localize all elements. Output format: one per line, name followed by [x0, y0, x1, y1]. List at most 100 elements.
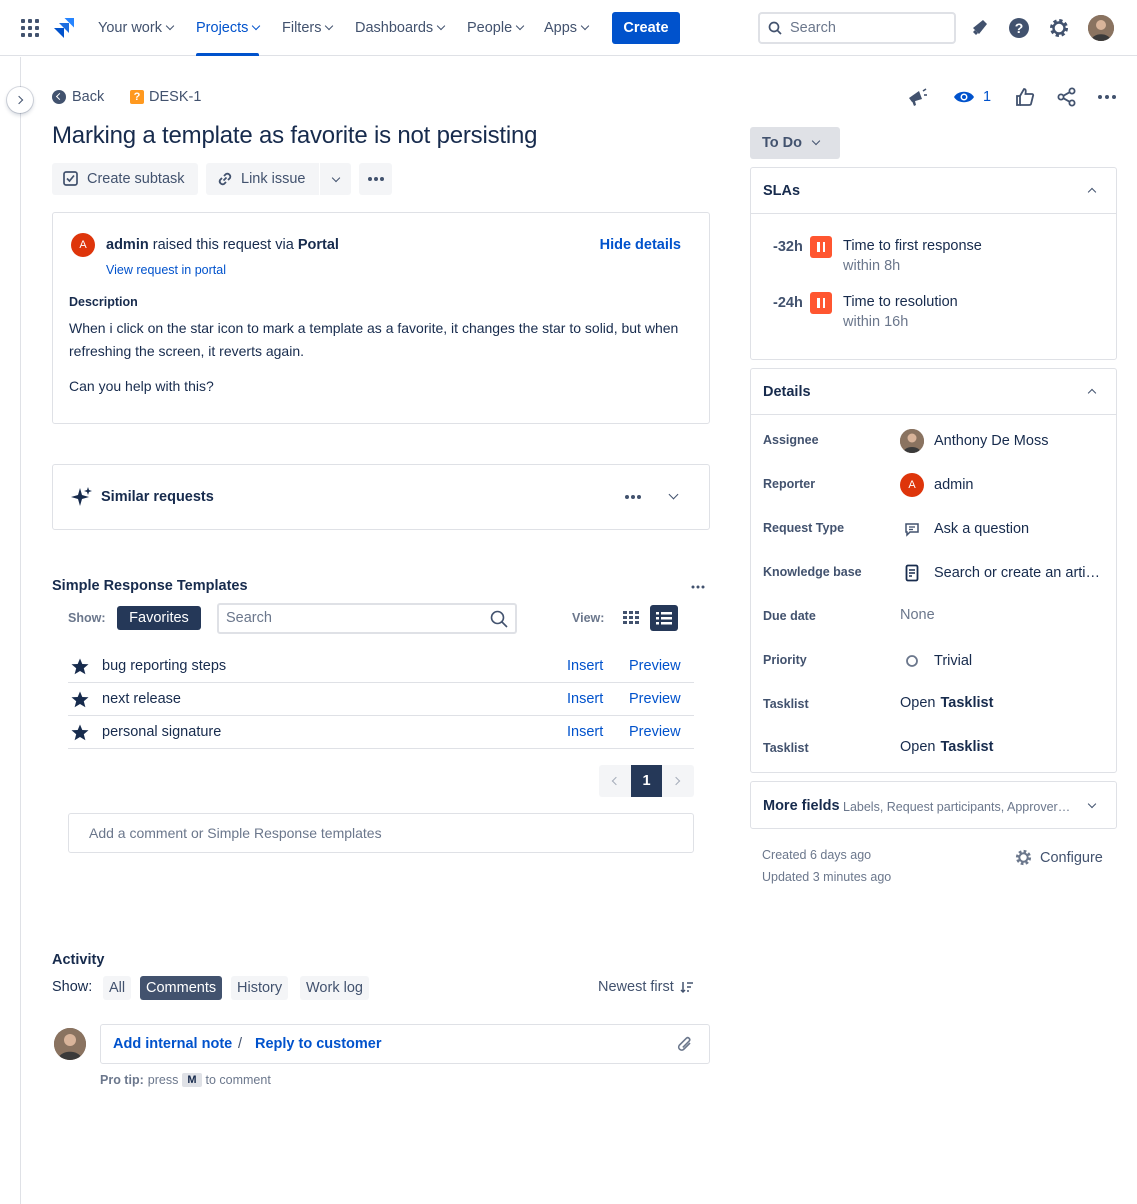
pagination-next-button[interactable]	[662, 765, 694, 797]
slas-panel: SLAs -32h Time to first response within …	[750, 167, 1117, 360]
field-value-due-date[interactable]: None	[900, 607, 935, 623]
tasklist-link[interactable]: Tasklist	[940, 695, 993, 711]
tasklist-link[interactable]: Tasklist	[940, 739, 993, 755]
view-request-in-portal-link[interactable]: View request in portal	[106, 263, 226, 277]
field-value-knowledge-base[interactable]: Search or create an arti…	[900, 561, 1100, 585]
share-icon[interactable]	[1056, 84, 1078, 110]
field-label-priority: Priority	[763, 653, 807, 667]
request-type-value: Ask a question	[934, 521, 1030, 537]
watchers-button[interactable]: 1	[953, 84, 991, 110]
templates-show-label: Show:	[68, 611, 106, 625]
activity-filter-worklog[interactable]: Work log	[300, 976, 369, 1000]
sort-order-button[interactable]: Newest first	[598, 979, 694, 995]
template-comment-input[interactable]: Add a comment or Simple Response templat…	[68, 813, 694, 853]
nav-projects[interactable]: Projects	[196, 0, 261, 56]
nav-people[interactable]: People	[467, 0, 525, 56]
activity-filter-all[interactable]: All	[103, 976, 132, 1000]
favorite-star-icon[interactable]	[71, 691, 89, 708]
hide-details-link[interactable]: Hide details	[600, 237, 681, 253]
more-actions-icon[interactable]	[1096, 84, 1118, 110]
similar-requests-panel[interactable]: Similar requests	[52, 464, 710, 530]
status-button[interactable]: To Do	[750, 127, 840, 159]
help-icon[interactable]: ?	[1005, 14, 1033, 42]
favorite-star-icon[interactable]	[71, 724, 89, 741]
field-value-priority[interactable]: Trivial	[900, 649, 972, 673]
pagination-prev-button[interactable]	[599, 765, 631, 797]
template-insert-link[interactable]: Insert	[567, 716, 603, 749]
nav-filters[interactable]: Filters	[282, 0, 334, 56]
grid-view-icon[interactable]	[622, 609, 642, 627]
issue-key-link[interactable]: ? DESK-1	[130, 88, 201, 106]
jira-logo-icon[interactable]	[52, 16, 76, 40]
activity-filter-comments[interactable]: Comments	[140, 976, 223, 1000]
activity-filter-history[interactable]: History	[231, 976, 289, 1000]
configure-label: Configure	[1040, 849, 1103, 866]
templates-search-input[interactable]: Search	[217, 603, 517, 634]
template-row: personal signature Insert Preview	[68, 716, 694, 749]
nav-apps[interactable]: Apps	[544, 0, 590, 56]
sla-name: Time to first response	[843, 238, 982, 254]
favorite-star-icon[interactable]	[71, 658, 89, 675]
template-preview-link[interactable]: Preview	[629, 716, 681, 749]
template-name: next release	[102, 691, 181, 707]
settings-gear-icon[interactable]	[1045, 14, 1073, 42]
back-button[interactable]: Back	[52, 88, 104, 106]
assignee-name: Anthony De Moss	[934, 433, 1049, 449]
reply-to-customer-button[interactable]: Reply to customer	[255, 1036, 382, 1052]
link-issue-button[interactable]: Link issue	[206, 163, 319, 195]
create-button[interactable]: Create	[612, 12, 680, 44]
issue-title[interactable]: Marking a template as favorite is not pe…	[52, 122, 537, 150]
add-internal-note-button[interactable]: Add internal note	[113, 1036, 232, 1052]
field-value-request-type[interactable]: Ask a question	[900, 517, 1029, 541]
templates-more-icon[interactable]	[691, 585, 705, 589]
link-issue-dropdown-button[interactable]	[320, 163, 351, 195]
issue-key: DESK-1	[149, 89, 202, 105]
configure-button[interactable]: Configure	[1014, 848, 1103, 867]
vote-thumbs-up-icon[interactable]	[1014, 84, 1036, 110]
request-channel: Portal	[297, 237, 339, 253]
field-value-tasklist[interactable]: Open Tasklist	[900, 695, 993, 711]
field-value-assignee[interactable]: Anthony De Moss	[900, 429, 1048, 453]
chevron-down-icon[interactable]	[668, 489, 679, 500]
more-fields-panel[interactable]: More fields Labels, Request participants…	[750, 781, 1117, 829]
tasklist-prefix: Open	[900, 695, 936, 711]
details-panel-header[interactable]: Details	[751, 369, 1116, 415]
profile-avatar[interactable]	[1088, 15, 1114, 41]
field-value-reporter[interactable]: A admin	[900, 473, 974, 497]
slas-panel-header[interactable]: SLAs	[751, 168, 1116, 214]
pro-tip: Pro tip: press M to comment	[100, 1073, 271, 1087]
raiser-name[interactable]: admin	[106, 237, 149, 253]
search-icon	[768, 21, 782, 35]
attachment-paperclip-icon[interactable]	[675, 1034, 695, 1056]
favorites-filter-button[interactable]: Favorites	[117, 606, 201, 630]
gear-icon	[1015, 849, 1032, 866]
expand-sidebar-button[interactable]	[7, 87, 33, 113]
priority-value: Trivial	[934, 653, 973, 669]
app-switcher-icon[interactable]	[21, 19, 39, 37]
template-preview-link[interactable]: Preview	[629, 650, 681, 683]
similar-requests-label: Similar requests	[101, 489, 214, 505]
template-insert-link[interactable]: Insert	[567, 650, 603, 683]
template-insert-link[interactable]: Insert	[567, 683, 603, 716]
search-icon[interactable]	[490, 610, 508, 628]
template-preview-link[interactable]: Preview	[629, 683, 681, 716]
comment-editor[interactable]: Add internal note / Reply to customer	[100, 1024, 710, 1064]
nav-dashboards[interactable]: Dashboards	[355, 0, 446, 56]
notifications-megaphone-icon[interactable]	[966, 14, 994, 42]
speech-bubble-icon	[905, 523, 919, 537]
field-value-tasklist[interactable]: Open Tasklist	[900, 739, 993, 755]
sla-target: within 16h	[843, 314, 909, 330]
create-subtask-button[interactable]: Create subtask	[52, 163, 198, 195]
feedback-megaphone-icon[interactable]	[906, 84, 930, 110]
pagination-page-button[interactable]: 1	[631, 765, 662, 797]
sla-remaining: -32h	[773, 239, 803, 255]
list-view-button[interactable]	[650, 605, 678, 631]
nav-your-work[interactable]: Your work	[98, 0, 175, 56]
more-issue-actions-button[interactable]	[359, 163, 392, 195]
back-arrow-icon	[52, 90, 66, 104]
global-search-input[interactable]: Search	[758, 12, 956, 44]
description-paragraph-2: Can you help with this?	[69, 378, 214, 394]
field-label-reporter: Reporter	[763, 477, 816, 491]
svg-text:?: ?	[1015, 20, 1024, 36]
similar-requests-more-icon[interactable]	[624, 494, 642, 500]
